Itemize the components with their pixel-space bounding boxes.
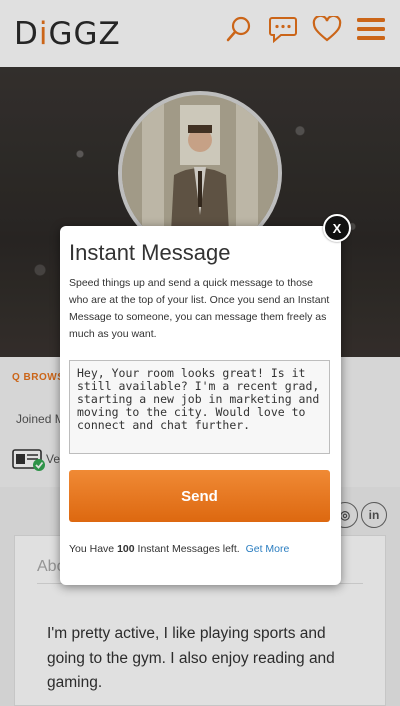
- send-button[interactable]: Send: [69, 470, 330, 522]
- get-more-link[interactable]: Get More: [246, 543, 290, 555]
- remaining-prefix: You Have: [69, 543, 115, 555]
- remaining-count: 100: [117, 543, 135, 555]
- instant-message-modal: Instant Message Speed things up and send…: [60, 226, 341, 585]
- close-button[interactable]: X: [323, 214, 351, 242]
- messages-remaining: You Have 100 Instant Messages left. Get …: [69, 543, 289, 555]
- modal-title: Instant Message: [69, 240, 231, 265]
- modal-description: Speed things up and send a quick message…: [69, 277, 330, 340]
- message-input[interactable]: Hey, Your room looks great! Is it still …: [69, 360, 330, 454]
- remaining-suffix: Instant Messages left.: [137, 543, 240, 555]
